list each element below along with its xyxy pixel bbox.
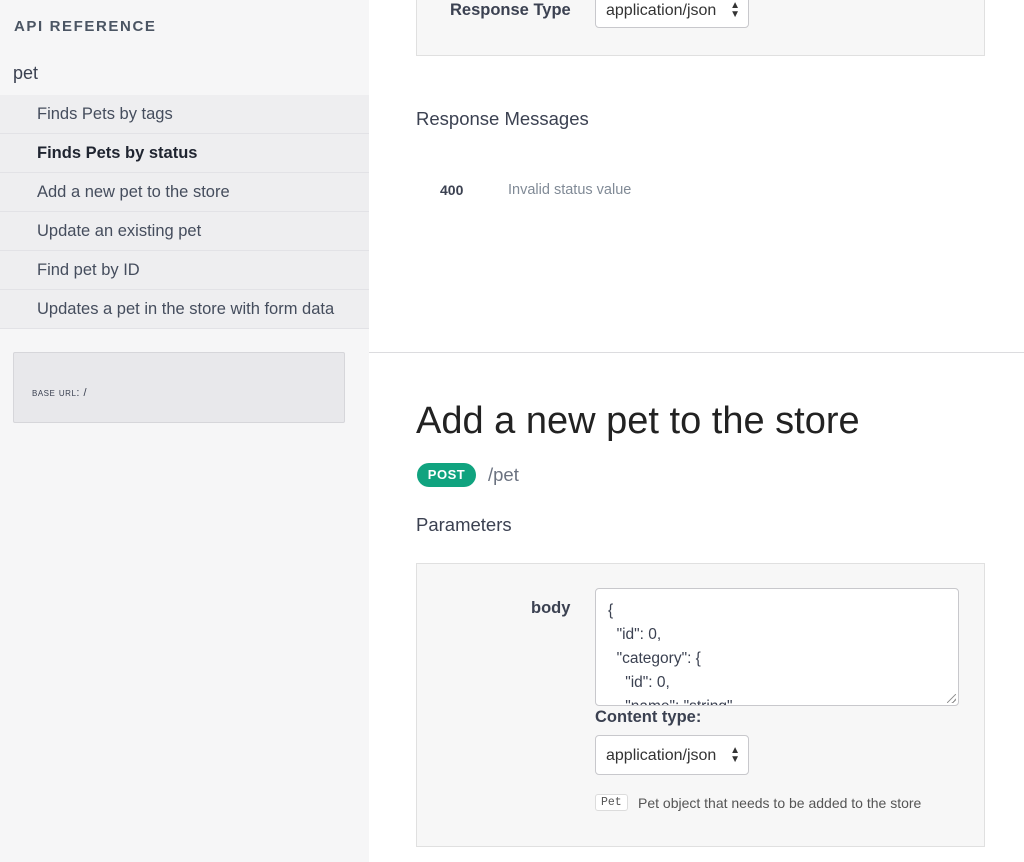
sidebar-item-update-existing-pet[interactable]: Update an existing pet: [0, 212, 369, 251]
response-messages-title: Response Messages: [416, 108, 589, 129]
method-badge: POST: [417, 463, 476, 487]
parameters-panel: body { "id": 0, "category": { "id": 0, "…: [416, 563, 985, 847]
schema-description: Pet object that needs to be added to the…: [638, 795, 922, 811]
section-divider: [369, 352, 1024, 353]
content-type-select[interactable]: application/json ▲ ▼: [595, 735, 749, 775]
response-type-select[interactable]: application/json ▲ ▼: [595, 0, 749, 28]
base-url-box: base url: /: [13, 352, 345, 423]
response-type-value: application/json: [606, 2, 717, 19]
body-label: body: [531, 599, 571, 617]
response-type-panel: Response Type application/json ▲ ▼: [416, 0, 985, 56]
base-url-text: base url: /: [32, 387, 88, 399]
sidebar-heading: API REFERENCE: [14, 18, 157, 35]
response-type-label: Response Type: [450, 1, 571, 19]
sidebar-item-find-pet-by-id[interactable]: Find pet by ID: [0, 251, 369, 290]
sidebar-nav: Finds Pets by tags Finds Pets by status …: [0, 95, 369, 329]
content-type-value: application/json: [606, 747, 717, 764]
sidebar-item-update-pet-form-data[interactable]: Updates a pet in the store with form dat…: [0, 290, 369, 329]
content-type-label: Content type:: [595, 708, 702, 726]
operation-title: Add a new pet to the store: [416, 400, 860, 442]
main-content: Response Type application/json ▲ ▼ Respon…: [369, 0, 1024, 862]
operation-path: /pet: [488, 464, 519, 485]
sidebar-item-finds-pets-by-status[interactable]: Finds Pets by status: [0, 134, 369, 173]
base-url-label: base url: [32, 387, 77, 399]
parameters-title: Parameters: [416, 514, 512, 535]
sidebar-item-finds-pets-by-tags[interactable]: Finds Pets by tags: [0, 95, 369, 134]
sidebar-item-add-new-pet[interactable]: Add a new pet to the store: [0, 173, 369, 212]
resize-grip-icon[interactable]: [947, 694, 956, 703]
response-message-code: 400: [440, 182, 464, 198]
schema-tag[interactable]: Pet: [595, 794, 628, 811]
body-textarea[interactable]: { "id": 0, "category": { "id": 0, "name"…: [595, 588, 959, 706]
response-message-text: Invalid status value: [508, 182, 632, 198]
body-textarea-value: { "id": 0, "category": { "id": 0, "name"…: [608, 602, 733, 705]
sidebar-group-pet[interactable]: pet: [13, 63, 38, 84]
base-url-value: /: [83, 387, 88, 399]
sidebar: API REFERENCE pet Finds Pets by tags Fin…: [0, 0, 369, 862]
select-arrows-icon: ▲ ▼: [730, 0, 740, 20]
select-arrows-icon: ▲ ▼: [730, 745, 740, 765]
